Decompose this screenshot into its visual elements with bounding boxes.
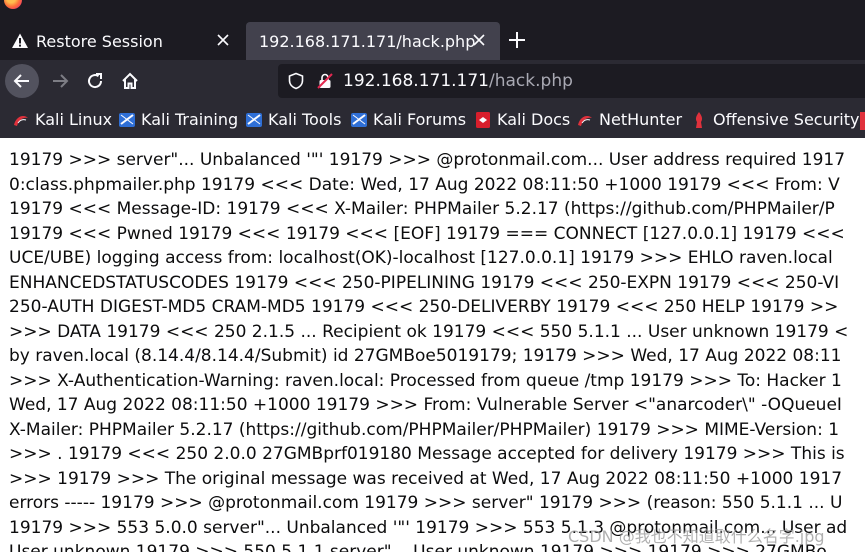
address-bar[interactable]: 192.168.171.171/hack.php — [278, 64, 865, 98]
tab-strip: Restore Session 192.168.171.171/hack.php — [0, 0, 865, 60]
page-content: 19179 >>> server"... Unbalanced '"' 1917… — [0, 138, 865, 552]
reload-icon — [88, 73, 103, 89]
forward-button[interactable] — [43, 64, 77, 98]
navigation-toolbar: 192.168.171.171/hack.php — [0, 60, 865, 102]
output-line: 19179 >>> server"... Unbalanced '"' 1917… — [9, 150, 846, 170]
output-line: >>> DATA 19179 <<< 250 2.1.5 ... Recipie… — [9, 321, 849, 342]
arrow-right-icon — [53, 74, 69, 88]
nethunter-icon — [578, 115, 592, 126]
bookmark-label: Offensive Security — [713, 110, 860, 129]
bookmark-label: Kali Docs — [497, 110, 571, 129]
bookmark-kali-docs[interactable]: Kali Docs — [474, 110, 570, 129]
offensive-security-icon — [695, 111, 703, 128]
bookmark-label: Kali Tools — [268, 110, 342, 129]
output-line: errors ----- 19179 >>> @protonmail.com 1… — [9, 493, 843, 513]
csdn-watermark: CSDN @我也不知道取什么名字.jpg — [568, 527, 825, 546]
arrow-left-icon — [13, 74, 29, 88]
bookmark-label: Kali Forums — [373, 110, 467, 129]
bookmarks-toolbar: Kali Linux Kali Training Kali Tools Kali… — [0, 102, 865, 138]
output-line: ENHANCEDSTATUSCODES 19179 <<< 250-PIPELI… — [9, 272, 840, 293]
bookmark-kali-forums[interactable]: Kali Forums — [350, 110, 466, 129]
bookmark-offensive-security[interactable]: Offensive Security — [690, 110, 859, 129]
kali-tools-icon — [246, 112, 262, 127]
output-line: 250-AUTH DIGEST-MD5 CRAM-MD5 19179 <<< 2… — [9, 297, 839, 317]
url-host: 192.168.171.171 — [343, 71, 490, 91]
output-line: 0:class.phpmailer.php 19179 <<< Date: We… — [9, 174, 840, 195]
output-line: >>> X-Authentication-Warning: raven.loca… — [9, 370, 842, 391]
close-icon[interactable] — [214, 31, 232, 49]
tab-label: 192.168.171.171/hack.php — [259, 31, 476, 51]
kali-forums-icon — [351, 112, 367, 127]
output-line: UCE/UBE) logging access from: localhost(… — [9, 248, 833, 268]
bookmark-kali-tools[interactable]: Kali Tools — [245, 110, 341, 129]
back-button[interactable] — [5, 64, 39, 98]
insecure-lock-icon[interactable] — [316, 72, 334, 90]
bookmark-kali-linux[interactable]: Kali Linux — [12, 110, 112, 129]
url-path: /hack.php — [489, 71, 573, 91]
bookmark-label: Kali Linux — [35, 110, 113, 129]
overflow-bookmark-icon[interactable] — [860, 112, 865, 130]
tab-hack-php[interactable]: 192.168.171.171/hack.php — [246, 22, 500, 60]
home-icon — [122, 72, 138, 89]
output-line: 19179 <<< Message-ID: 19179 <<< X-Mailer… — [9, 199, 835, 219]
bookmark-nethunter[interactable]: NetHunter — [576, 110, 682, 129]
output-line: by raven.local (8.14.4/8.14.4/Submit) id… — [9, 346, 842, 366]
kali-docs-icon — [476, 111, 490, 128]
warning-icon — [12, 33, 28, 48]
bookmark-label: NetHunter — [599, 110, 683, 129]
output-line: X-Mailer: PHPMailer 5.2.17 (https://gith… — [9, 419, 840, 440]
output-line: 19179 <<< Pwned 19179 <<< 19179 <<< [EOF… — [9, 223, 845, 244]
url-text[interactable]: 192.168.171.171/hack.php — [343, 71, 573, 91]
kali-linux-icon — [14, 115, 28, 126]
new-tab-plus-icon[interactable] — [506, 29, 528, 51]
bookmark-label: Kali Training — [141, 110, 239, 129]
reload-button[interactable] — [78, 64, 112, 98]
close-icon[interactable] — [470, 31, 488, 49]
shield-icon[interactable] — [287, 72, 305, 90]
bookmark-kali-training[interactable]: Kali Training — [118, 110, 238, 129]
output-line: >>> . 19179 <<< 250 2.0.0 27GMBprf019180… — [9, 444, 845, 464]
kali-training-icon — [119, 112, 135, 127]
output-line: >>> 19179 >>> The original message was r… — [9, 468, 843, 489]
tab-label: Restore Session — [36, 31, 163, 51]
home-button[interactable] — [113, 64, 147, 98]
firefox-logo-icon — [4, 0, 22, 9]
tab-restore-session[interactable]: Restore Session — [0, 22, 244, 60]
output-line: Wed, 17 Aug 2022 08:11:50 +1000 19179 >>… — [9, 395, 842, 415]
